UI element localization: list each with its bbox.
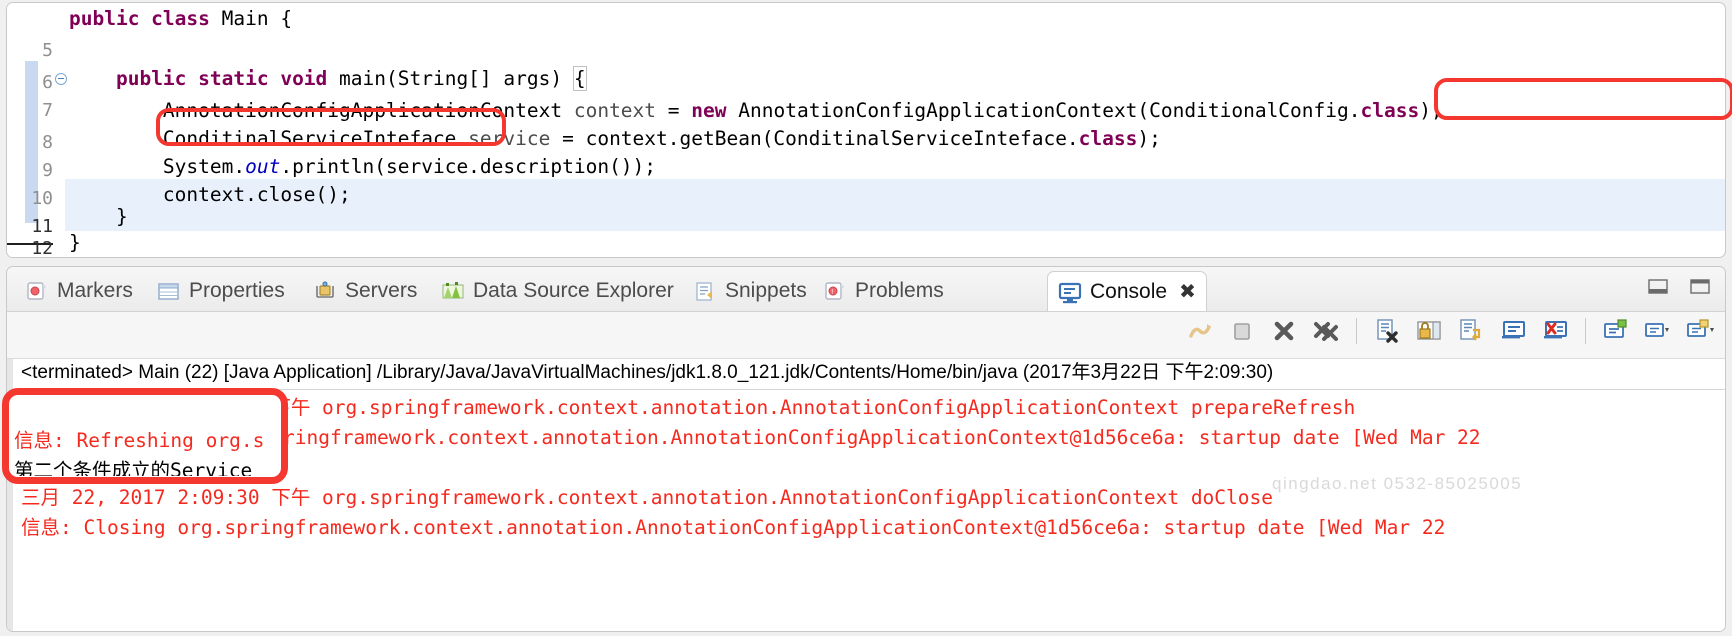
collapse-icon[interactable]	[55, 73, 67, 85]
code-text: public class Main {	[69, 7, 293, 30]
java-editor[interactable]: 5 public class Main { 6 7 public static …	[6, 2, 1726, 258]
annotation-line-chinese: 第二个条件成立的Service	[14, 459, 253, 476]
remove-all-terminated-icon[interactable]	[1311, 316, 1341, 346]
terminate-all-icon[interactable]	[1185, 316, 1215, 346]
code-line-13[interactable]: 13 }	[7, 227, 1725, 257]
close-console-icon[interactable]	[1540, 316, 1570, 346]
close-icon[interactable]: ✖	[1179, 279, 1196, 304]
remove-launch-icon[interactable]	[1269, 316, 1299, 346]
properties-icon	[157, 280, 181, 302]
tab-label: Snippets	[725, 279, 807, 302]
console-icon	[1058, 281, 1082, 303]
display-selected-console-icon[interactable]	[1643, 316, 1673, 346]
console-header-line: <terminated> Main (22) [Java Application…	[21, 362, 1274, 383]
tab-console[interactable]: Console ✖	[1047, 271, 1207, 311]
panel-window-buttons	[1647, 277, 1711, 297]
code-text: public static void main(String[] args) {	[115, 66, 587, 91]
pin-console-icon[interactable]	[1498, 316, 1528, 346]
annotation-box-console-inner-text: x 信息: Refreshing org.s 第二个条件成立的Service	[14, 396, 276, 476]
toolbar-separator-2	[1585, 318, 1586, 344]
tab-problems[interactable]: ! Problems	[813, 271, 954, 311]
svg-text:!: !	[831, 289, 833, 296]
scroll-lock-icon[interactable]	[1414, 316, 1444, 346]
open-console-icon[interactable]	[1601, 316, 1631, 346]
problems-icon: !	[823, 280, 847, 302]
tab-properties[interactable]: Properties	[147, 271, 295, 311]
new-console-view-icon[interactable]	[1685, 316, 1715, 346]
code-line-7[interactable]: 7 public static void main(String[] args)…	[7, 63, 1725, 121]
markers-icon	[25, 280, 49, 302]
panel-tab-bar: Markers Properties Servers Data Source E…	[7, 267, 1725, 312]
console-line: 三月 22, 2017 2:09:30 下午 org.springframewo…	[21, 486, 1273, 509]
tab-label: Data Source Explorer	[473, 279, 674, 302]
tab-label: Console	[1090, 279, 1168, 303]
terminate-icon[interactable]	[1227, 316, 1257, 346]
console-line: 信息: Closing org.springframework.context.…	[21, 516, 1458, 539]
console-toolbar	[7, 312, 1725, 359]
code-text: }	[69, 231, 81, 254]
clear-console-icon[interactable]	[1372, 316, 1402, 346]
code-line-5[interactable]: 5 public class Main {	[7, 3, 1725, 61]
data-source-icon	[441, 280, 465, 302]
toolbar-separator	[1356, 318, 1357, 344]
minimize-button[interactable]	[1647, 277, 1669, 297]
tab-markers[interactable]: Markers	[15, 271, 143, 311]
annotation-line-refreshing: 信息: Refreshing org.s	[14, 429, 265, 452]
tab-data-source-explorer[interactable]: Data Source Explorer	[431, 271, 684, 311]
tab-label: Properties	[189, 279, 285, 302]
eclipse-ide-window: 5 public class Main { 6 7 public static …	[0, 0, 1732, 636]
servers-icon	[313, 280, 337, 302]
tab-label: Markers	[57, 279, 133, 302]
tab-servers[interactable]: Servers	[303, 271, 427, 311]
tab-snippets[interactable]: Snippets	[683, 271, 817, 311]
console-toolbar-icons	[1185, 316, 1715, 346]
tab-label: Problems	[855, 279, 944, 302]
word-wrap-icon[interactable]	[1456, 316, 1486, 346]
snippets-icon	[693, 280, 717, 302]
tab-label: Servers	[345, 279, 418, 302]
maximize-button[interactable]	[1689, 277, 1711, 297]
